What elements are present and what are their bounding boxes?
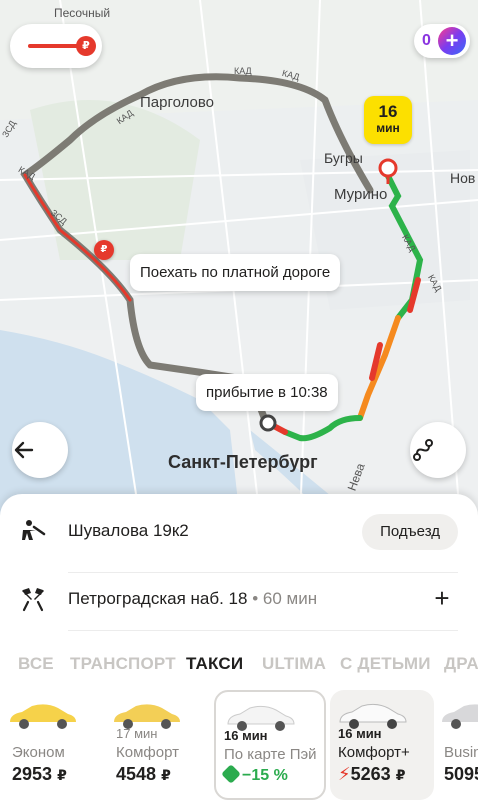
arrow-left-icon	[14, 441, 34, 459]
tariff-card-pay[interactable]: 16 мин По карте Пэй −15 %	[214, 690, 326, 800]
pickup-row[interactable]: Шувалова 19к2 Подъезд	[0, 506, 478, 556]
plus-icon: +	[438, 27, 466, 55]
tariff-name: Busin	[444, 744, 478, 761]
tariff-card-business[interactable]: Busin 5095	[436, 690, 478, 800]
tariff-card-comfort-plus[interactable]: 16 мин Комфорт+ ⚡5263 ₽	[330, 690, 434, 800]
toll-toggle-button[interactable]: ₽	[10, 24, 102, 68]
tariff-discount: −15 %	[221, 764, 288, 785]
tariff-price: 4548 ₽	[116, 764, 171, 784]
tariff-price: 5095	[444, 764, 478, 784]
pickup-address: Шувалова 19к2	[68, 521, 189, 540]
place-label: Нов	[450, 170, 476, 186]
city-label: Санкт-Петербург	[168, 452, 318, 472]
place-label: Песочный	[54, 6, 111, 20]
tariff-name: Эконом	[12, 744, 65, 761]
destination-marker	[378, 158, 398, 178]
tariff-card-econom[interactable]: Эконом 2953 ₽	[4, 690, 110, 800]
ruble-coin-icon: ₽	[76, 36, 96, 56]
tariff-time: 16 мин	[338, 726, 382, 741]
tab-with-kids[interactable]: С ДЕТЬМИ	[340, 654, 431, 674]
tariff-time: 17 мин	[116, 726, 158, 741]
tab-more[interactable]: ДРА	[444, 654, 478, 674]
yellow-car-icon	[10, 704, 76, 729]
destination-separator: •	[252, 589, 259, 608]
surge-bolt-icon: ⚡	[338, 764, 351, 784]
eta-value: 16	[378, 102, 398, 121]
tab-taxi[interactable]: ТАКСИ	[186, 654, 243, 674]
plus-points-count: 0	[422, 32, 431, 49]
tab-all[interactable]: ВСЕ	[18, 654, 54, 674]
grey-car-icon	[442, 704, 478, 729]
route-green-2	[282, 415, 363, 442]
place-label: Бугры	[324, 150, 363, 166]
toll-road-icon[interactable]: ₽	[94, 240, 114, 260]
road-label: КАД	[234, 66, 252, 76]
divider	[68, 572, 458, 573]
tariff-price: ⚡5263 ₽	[338, 764, 406, 784]
eta-badge: 16 мин	[364, 96, 412, 144]
start-marker	[259, 414, 277, 432]
destination-eta: 60 мин	[262, 589, 318, 608]
place-label: Мурино	[334, 186, 388, 203]
plus-points-button[interactable]: 0 +	[414, 24, 470, 58]
add-stop-button[interactable]: +	[430, 585, 454, 611]
route-options-button[interactable]	[410, 422, 466, 478]
discount-diamond-icon	[221, 764, 241, 784]
toll-road-tooltip[interactable]: Поехать по платной дороге	[130, 254, 341, 291]
order-sheet: Шувалова 19к2 Подъезд Петроградская наб.…	[0, 494, 478, 800]
tariff-name: Комфорт	[116, 744, 179, 761]
tariff-time: 16 мин	[224, 728, 268, 743]
tariff-name: Комфорт+	[338, 744, 410, 761]
destination-row[interactable]: Петроградская наб. 18 • 60 мин +	[0, 574, 478, 624]
tab-transport[interactable]: ТРАНСПОРТ	[70, 654, 176, 674]
tariff-card-comfort[interactable]: 17 мин Комфорт 4548 ₽	[108, 690, 214, 800]
back-button[interactable]	[12, 422, 68, 478]
tariff-price: 2953 ₽	[12, 764, 67, 784]
tariff-carousel: Эконом 2953 ₽ 17 мин Комфорт 4548 ₽ 16 м…	[0, 690, 478, 800]
arrival-tooltip: прибытие в 10:38	[196, 374, 338, 411]
category-tabs: ВСЕ ТРАНСПОРТ ТАКСИ ULTIMA С ДЕТЬМИ ДРА	[0, 654, 478, 682]
route-swap-icon	[413, 439, 433, 461]
entrance-button[interactable]: Подъезд	[362, 514, 458, 550]
tariff-name: По карте Пэй	[224, 746, 317, 763]
place-label: Парголово	[140, 94, 215, 111]
map[interactable]: Песочный Парголово Бугры Мурино Нов Санк…	[0, 0, 478, 520]
route-orange	[357, 315, 401, 421]
destination-text: Петроградская наб. 18 • 60 мин	[68, 589, 317, 609]
pedestrian-icon	[22, 520, 46, 540]
destination-address: Петроградская наб. 18	[68, 589, 248, 608]
eta-unit: мин	[376, 121, 400, 135]
checkered-flags-icon	[22, 588, 44, 612]
tab-ultima[interactable]: ULTIMA	[262, 654, 326, 674]
divider	[68, 630, 458, 631]
